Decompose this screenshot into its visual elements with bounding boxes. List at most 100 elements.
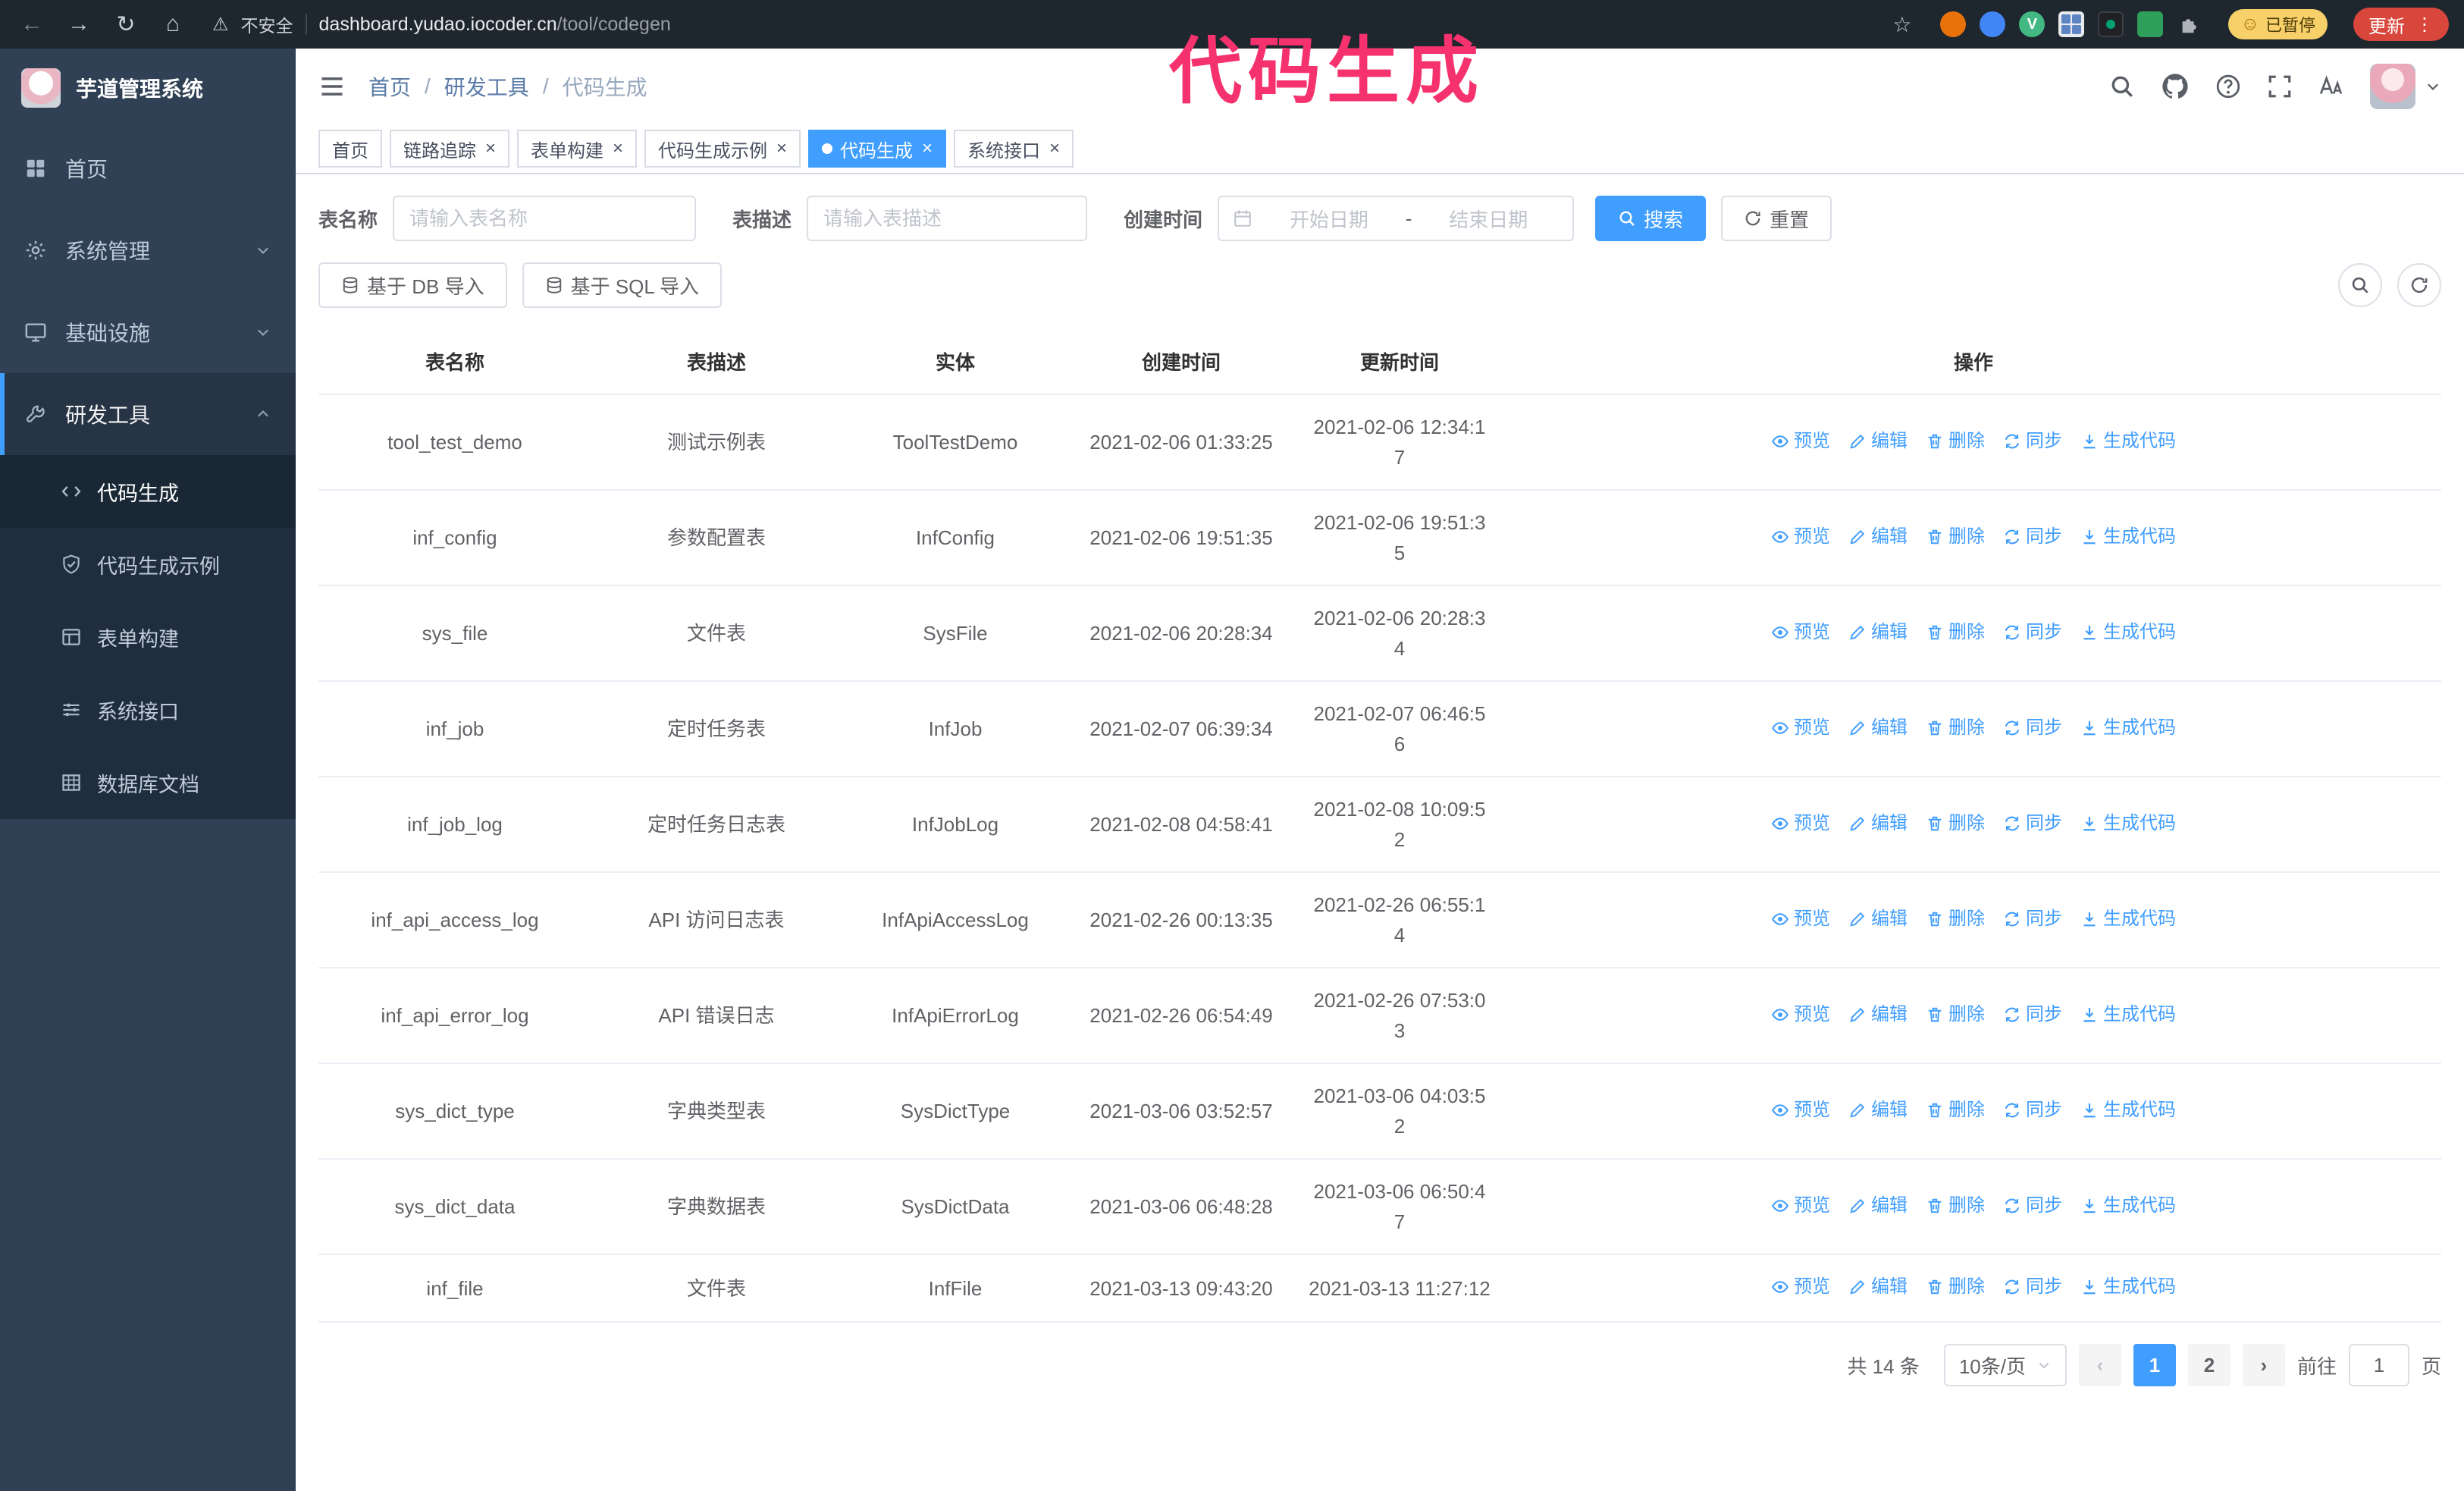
breadcrumb-item-home[interactable]: 首页 xyxy=(368,71,411,102)
search-icon[interactable] xyxy=(2109,74,2135,99)
action-preview[interactable]: 预览 xyxy=(1771,1000,1830,1030)
back-icon[interactable]: ← xyxy=(15,11,49,37)
action-edit[interactable]: 编辑 xyxy=(1848,1000,1908,1030)
action-edit[interactable]: 编辑 xyxy=(1848,713,1908,743)
action-generate-code[interactable]: 生成代码 xyxy=(2080,1095,2176,1125)
prev-page-button[interactable]: ‹ xyxy=(2078,1344,2121,1386)
sidebar-subitem-form-builder[interactable]: 表单构建 xyxy=(0,601,296,673)
action-preview[interactable]: 预览 xyxy=(1771,617,1830,648)
tab-close-icon[interactable]: × xyxy=(1049,140,1060,158)
tab-home[interactable]: 首页 xyxy=(318,130,382,168)
help-icon[interactable] xyxy=(2215,74,2241,99)
action-preview[interactable]: 预览 xyxy=(1771,1272,1830,1302)
table-desc-input[interactable] xyxy=(807,196,1088,241)
user-avatar[interactable] xyxy=(2370,64,2415,109)
extension-icon-people[interactable] xyxy=(2058,11,2085,37)
fullscreen-icon[interactable] xyxy=(2267,74,2293,99)
tab-form-builder[interactable]: 表单构建 × xyxy=(517,130,638,168)
sidebar-subitem-system-api[interactable]: 系统接口 xyxy=(0,673,296,746)
sidebar-subitem-db-doc[interactable]: 数据库文档 xyxy=(0,746,296,819)
action-delete[interactable]: 删除 xyxy=(1926,1000,1985,1030)
tab-close-icon[interactable]: × xyxy=(922,140,933,158)
hamburger-menu-icon[interactable] xyxy=(318,73,346,100)
page-button-2[interactable]: 2 xyxy=(2187,1344,2230,1386)
reset-button[interactable]: 重置 xyxy=(1721,196,1832,241)
action-edit[interactable]: 编辑 xyxy=(1848,1095,1908,1125)
sidebar-item-infra[interactable]: 基础设施 xyxy=(0,291,296,373)
page-button-1[interactable]: 1 xyxy=(2133,1344,2176,1386)
action-preview[interactable]: 预览 xyxy=(1771,808,1830,839)
forward-icon[interactable]: → xyxy=(62,11,96,37)
action-edit[interactable]: 编辑 xyxy=(1848,904,1908,934)
action-edit[interactable]: 编辑 xyxy=(1848,426,1908,457)
action-generate-code[interactable]: 生成代码 xyxy=(2080,1000,2176,1030)
next-page-button[interactable]: › xyxy=(2242,1344,2285,1386)
action-delete[interactable]: 删除 xyxy=(1926,1272,1985,1302)
action-generate-code[interactable]: 生成代码 xyxy=(2080,426,2176,457)
bookmark-star-icon[interactable]: ☆ xyxy=(1892,12,1911,37)
home-icon[interactable]: ⌂ xyxy=(156,11,190,37)
user-menu[interactable] xyxy=(2370,64,2441,109)
action-preview[interactable]: 预览 xyxy=(1771,713,1830,743)
action-generate-code[interactable]: 生成代码 xyxy=(2080,713,2176,743)
action-delete[interactable]: 删除 xyxy=(1926,617,1985,648)
action-sync[interactable]: 同步 xyxy=(2003,1000,2062,1030)
action-sync[interactable]: 同步 xyxy=(2003,1272,2062,1302)
import-db-button[interactable]: 基于 DB 导入 xyxy=(318,262,507,308)
tab-codegen-example[interactable]: 代码生成示例 × xyxy=(644,130,801,168)
action-delete[interactable]: 删除 xyxy=(1926,426,1985,457)
sidebar-subitem-codegen[interactable]: 代码生成 xyxy=(0,455,296,528)
action-delete[interactable]: 删除 xyxy=(1926,808,1985,839)
tab-close-icon[interactable]: × xyxy=(613,140,623,158)
sidebar-item-devtools[interactable]: 研发工具 xyxy=(0,373,296,455)
extensions-puzzle-icon[interactable] xyxy=(2177,11,2202,37)
toggle-search-button[interactable] xyxy=(2338,263,2382,307)
action-delete[interactable]: 删除 xyxy=(1926,713,1985,743)
sidebar-item-system[interactable]: 系统管理 xyxy=(0,209,296,291)
action-sync[interactable]: 同步 xyxy=(2003,426,2062,457)
update-button[interactable]: 更新 ⋮ xyxy=(2353,8,2449,41)
action-sync[interactable]: 同步 xyxy=(2003,1191,2062,1221)
paused-badge[interactable]: ☺ 已暂停 xyxy=(2228,9,2328,39)
action-sync[interactable]: 同步 xyxy=(2003,522,2062,552)
goto-page-input[interactable] xyxy=(2348,1344,2409,1386)
logo[interactable]: 芋道管理系统 xyxy=(0,49,296,127)
action-preview[interactable]: 预览 xyxy=(1771,426,1830,457)
action-delete[interactable]: 删除 xyxy=(1926,904,1985,934)
sidebar-item-home[interactable]: 首页 xyxy=(0,127,296,209)
action-preview[interactable]: 预览 xyxy=(1771,904,1830,934)
import-sql-button[interactable]: 基于 SQL 导入 xyxy=(522,262,723,308)
action-preview[interactable]: 预览 xyxy=(1771,1191,1830,1221)
github-icon[interactable] xyxy=(2161,72,2190,101)
action-generate-code[interactable]: 生成代码 xyxy=(2080,1191,2176,1221)
action-preview[interactable]: 预览 xyxy=(1771,1095,1830,1125)
action-generate-code[interactable]: 生成代码 xyxy=(2080,1272,2176,1302)
action-generate-code[interactable]: 生成代码 xyxy=(2080,904,2176,934)
sidebar-subitem-codegen-example[interactable]: 代码生成示例 xyxy=(0,528,296,601)
tab-close-icon[interactable]: × xyxy=(485,140,496,158)
reload-icon[interactable]: ↻ xyxy=(109,11,143,38)
action-sync[interactable]: 同步 xyxy=(2003,808,2062,839)
browser-menu-icon[interactable]: ⋮ xyxy=(2415,14,2434,36)
breadcrumb-item-devtools[interactable]: 研发工具 xyxy=(444,71,529,102)
action-generate-code[interactable]: 生成代码 xyxy=(2080,522,2176,552)
action-preview[interactable]: 预览 xyxy=(1771,522,1830,552)
tab-codegen[interactable]: 代码生成 × xyxy=(808,130,947,168)
search-button[interactable]: 搜索 xyxy=(1595,196,1707,241)
action-generate-code[interactable]: 生成代码 xyxy=(2080,617,2176,648)
action-delete[interactable]: 删除 xyxy=(1926,1191,1985,1221)
action-sync[interactable]: 同步 xyxy=(2003,904,2062,934)
action-delete[interactable]: 删除 xyxy=(1926,1095,1985,1125)
action-delete[interactable]: 删除 xyxy=(1926,522,1985,552)
action-edit[interactable]: 编辑 xyxy=(1848,1191,1908,1221)
tab-trace[interactable]: 链路追踪 × xyxy=(390,130,510,168)
extension-icon-vue[interactable]: V xyxy=(2019,11,2045,37)
extension-icon-orange[interactable] xyxy=(1940,11,1967,37)
extension-icon-blue[interactable] xyxy=(1980,11,2006,37)
action-generate-code[interactable]: 生成代码 xyxy=(2080,808,2176,839)
action-sync[interactable]: 同步 xyxy=(2003,1095,2062,1125)
tab-close-icon[interactable]: × xyxy=(776,140,787,158)
action-edit[interactable]: 编辑 xyxy=(1848,522,1908,552)
action-sync[interactable]: 同步 xyxy=(2003,713,2062,743)
page-size-select[interactable]: 10条/页 xyxy=(1943,1344,2067,1386)
